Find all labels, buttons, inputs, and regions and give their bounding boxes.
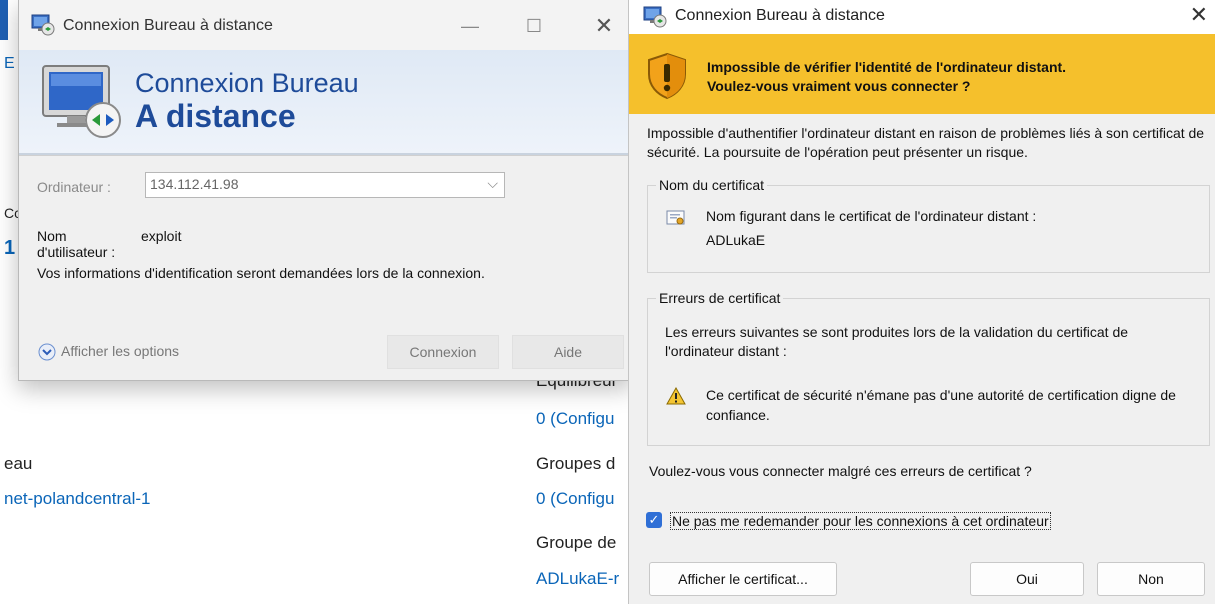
errors-description: Les erreurs suivantes se sont produites …	[665, 324, 1129, 359]
group-title: Nom du certificat	[656, 177, 768, 193]
cert-title: Connexion Bureau à distance	[675, 7, 885, 24]
view-certificate-button[interactable]: Afficher le certificat...	[649, 562, 837, 596]
close-button[interactable]: ✕	[589, 12, 619, 40]
expand-options-icon[interactable]	[38, 343, 56, 366]
banner-title-line2: A distance	[135, 98, 296, 134]
banner-title-line1: Connexion Bureau	[135, 68, 359, 98]
no-button[interactable]: Non	[1097, 562, 1205, 596]
rdp-app-icon	[643, 6, 667, 33]
computer-label: Ordinateur :	[37, 179, 111, 195]
background-link[interactable]: 0 (Configu	[536, 489, 614, 509]
rdp-logo-icon	[39, 62, 131, 147]
close-icon[interactable]: ✕	[1190, 2, 1208, 28]
dont-ask-again-checkbox[interactable]: ✓	[646, 512, 662, 528]
credentials-info: Vos informations d'identification seront…	[37, 265, 485, 281]
background-fragment: 1	[4, 237, 16, 259]
background-label: Groupes d	[536, 454, 616, 473]
username-label: Nom d'utilisateur :	[37, 228, 116, 260]
computer-combobox[interactable]: 134.112.41.98 ⌵	[145, 172, 505, 198]
background-label: eau	[4, 454, 33, 473]
background-label: Groupe de	[536, 533, 617, 552]
background-link[interactable]: net-polandcentral-1	[4, 489, 150, 509]
background-fragment	[0, 0, 8, 40]
show-options-link[interactable]: Afficher les options	[61, 343, 179, 359]
shield-warning-icon	[645, 52, 689, 105]
maximize-button[interactable]: ☐	[519, 12, 549, 40]
error-item: Ce certificat de sécurité n'émane pas d'…	[706, 387, 1176, 423]
certificate-icon	[666, 209, 686, 232]
warning-question: Voulez-vous vraiment vous connecter ?	[707, 78, 971, 94]
warning-icon	[666, 386, 686, 410]
divider	[19, 155, 631, 156]
background-link[interactable]: ADLukaE-r	[536, 569, 619, 589]
minimize-button[interactable]: —	[455, 12, 485, 40]
yes-button[interactable]: Oui	[970, 562, 1084, 596]
connect-button[interactable]: Connexion	[387, 335, 499, 369]
rdp-title: Connexion Bureau à distance	[63, 17, 273, 34]
chevron-down-icon[interactable]: ⌵	[487, 175, 498, 192]
warning-title: Impossible de vérifier l'identité de l'o…	[707, 59, 1067, 75]
dont-ask-again-label[interactable]: Ne pas me redemander pour les connexions…	[670, 512, 1051, 530]
rdp-banner: Connexion Bureau A distance	[19, 50, 631, 155]
background-link[interactable]: 0 (Configu	[536, 409, 614, 429]
background-fragment: E	[4, 55, 15, 72]
rdp-titlebar[interactable]: Connexion Bureau à distance — ☐ ✕	[19, 0, 631, 50]
connect-question: Voulez-vous vous connecter malgré ces er…	[649, 463, 1032, 479]
certificate-name-value: ADLukaE	[706, 232, 766, 248]
certificate-errors-group: Erreurs de certificat Les erreurs suivan…	[647, 290, 1210, 446]
certificate-name-label: Nom figurant dans le certificat de l'ord…	[706, 208, 1037, 224]
warning-banner: Impossible de vérifier l'identité de l'o…	[629, 34, 1215, 114]
certificate-name-group: Nom du certificat Nom figurant dans le c…	[647, 177, 1210, 273]
rdp-dialog: Connexion Bureau à distance — ☐ ✕ Connex…	[18, 0, 632, 381]
group-title: Erreurs de certificat	[656, 290, 784, 306]
username-value: exploit	[141, 228, 182, 244]
rdp-app-icon	[31, 14, 55, 41]
cert-titlebar[interactable]: Connexion Bureau à distance ✕	[629, 0, 1215, 34]
intro-text: Impossible d'authentifier l'ordinateur d…	[647, 125, 1205, 160]
certificate-warning-dialog: Connexion Bureau à distance ✕ Impossible…	[628, 0, 1215, 604]
help-button[interactable]: Aide	[512, 335, 624, 369]
computer-value[interactable]: 134.112.41.98	[150, 176, 239, 192]
